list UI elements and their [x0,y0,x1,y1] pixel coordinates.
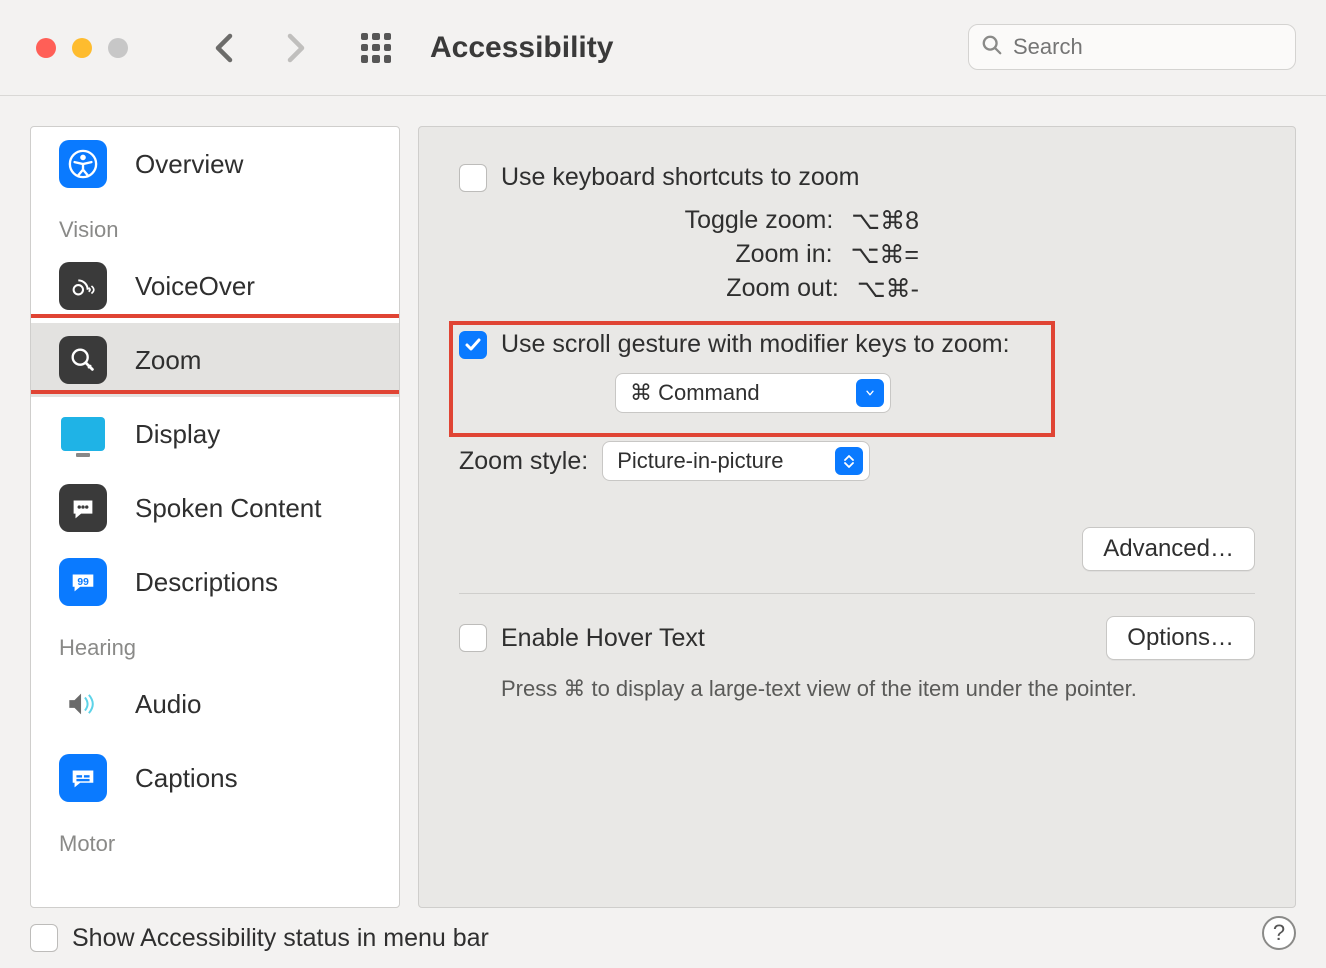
row-zoom-style: Zoom style: Picture-in-picture [459,441,1255,481]
sidebar-item-audio[interactable]: Audio [31,667,399,741]
show-all-prefs-button[interactable] [358,30,394,66]
label-keyboard-shortcuts: Use keyboard shortcuts to zoom [501,163,860,192]
body: Overview Vision VoiceOver Zoom Display S [0,96,1326,908]
help-button[interactable]: ? [1262,916,1296,950]
chevron-updown-icon [835,447,863,475]
checkbox-hover-text[interactable] [459,624,487,652]
search-wrap [968,24,1296,70]
sidebar-item-overview[interactable]: Overview [31,127,399,201]
options-label: Options… [1127,624,1234,652]
sidebar-item-label: Spoken Content [135,493,321,524]
sidebar-section-hearing: Hearing [31,619,399,667]
modifier-select-value: ⌘ Command [630,380,760,406]
search-icon [981,34,1003,61]
nav-buttons [206,30,314,66]
sidebar-item-label: Overview [135,149,243,180]
close-window-button[interactable] [36,38,56,58]
row-status-menubar: Show Accessibility status in menu bar [30,924,489,953]
minimize-window-button[interactable] [72,38,92,58]
page-title: Accessibility [430,31,613,65]
advanced-row: Advanced… [459,527,1255,571]
main-panel: Use keyboard shortcuts to zoom Toggle zo… [418,126,1296,908]
sidebar: Overview Vision VoiceOver Zoom Display S [30,126,400,908]
options-button[interactable]: Options… [1106,616,1255,660]
shortcut-label: Zoom in: [459,240,833,270]
sidebar-item-zoom[interactable]: Zoom [31,323,399,397]
accessibility-icon [59,140,107,188]
checkbox-scroll-gesture[interactable] [459,331,487,359]
sidebar-section-motor: Motor [31,815,399,863]
footer: Show Accessibility status in menu bar [0,908,1326,968]
sidebar-item-display[interactable]: Display [31,397,399,471]
sidebar-item-voiceover[interactable]: VoiceOver [31,249,399,323]
sidebar-item-label: Display [135,419,220,450]
shortcut-label: Toggle zoom: [459,206,833,236]
modifier-select[interactable]: ⌘ Command [615,373,891,413]
shortcut-row-out: Zoom out: ⌥⌘- [459,272,919,306]
back-button[interactable] [206,30,242,66]
sidebar-item-label: Zoom [135,345,201,376]
shortcut-keys: ⌥⌘- [857,274,919,304]
advanced-label: Advanced… [1103,535,1234,563]
shortcut-row-toggle: Toggle zoom: ⌥⌘8 [459,204,919,238]
divider [459,593,1255,594]
descriptions-icon: 99 [59,558,107,606]
sidebar-item-label: Captions [135,763,238,794]
hover-hint: Press ⌘ to display a large-text view of … [501,676,1255,702]
zoom-style-select[interactable]: Picture-in-picture [602,441,870,481]
row-hover-text: Enable Hover Text Options… [459,616,1255,660]
label-status-menubar: Show Accessibility status in menu bar [72,924,489,953]
fullscreen-window-button[interactable] [108,38,128,58]
svg-text:99: 99 [77,577,89,588]
sidebar-item-descriptions[interactable]: 99 Descriptions [31,545,399,619]
shortcut-keys: ⌥⌘8 [851,206,919,236]
hover-left: Enable Hover Text [459,624,705,653]
checkbox-keyboard-shortcuts[interactable] [459,164,487,192]
audio-icon [59,680,107,728]
label-scroll-gesture: Use scroll gesture with modifier keys to… [501,330,1010,359]
zoom-icon [59,336,107,384]
shortcut-row-in: Zoom in: ⌥⌘= [459,238,919,272]
sidebar-item-label: VoiceOver [135,271,255,302]
search-input[interactable] [1013,34,1283,60]
sidebar-section-vision: Vision [31,201,399,249]
voiceover-icon [59,262,107,310]
spoken-content-icon [59,484,107,532]
shortcut-keys: ⌥⌘= [851,240,919,270]
sidebar-item-spoken-content[interactable]: Spoken Content [31,471,399,545]
modifier-select-row: ⌘ Command [615,373,1255,413]
forward-button[interactable] [278,30,314,66]
zoom-style-value: Picture-in-picture [617,448,783,474]
label-hover-text: Enable Hover Text [501,624,705,653]
chevron-down-icon [856,379,884,407]
sidebar-item-captions[interactable]: Captions [31,741,399,815]
advanced-button[interactable]: Advanced… [1082,527,1255,571]
search-field[interactable] [968,24,1296,70]
toolbar: Accessibility [0,0,1326,96]
shortcut-label: Zoom out: [459,274,839,304]
help-icon: ? [1273,920,1285,946]
shortcuts-list: Toggle zoom: ⌥⌘8 Zoom in: ⌥⌘= Zoom out: … [459,204,919,306]
display-icon [59,410,107,458]
row-scroll-gesture: Use scroll gesture with modifier keys to… [459,330,1255,359]
captions-icon [59,754,107,802]
label-zoom-style: Zoom style: [459,447,588,476]
sidebar-item-label: Descriptions [135,567,278,598]
sidebar-item-label: Audio [135,689,202,720]
checkbox-status-menubar[interactable] [30,924,58,952]
window-controls [36,38,128,58]
row-keyboard-shortcuts: Use keyboard shortcuts to zoom [459,163,1255,192]
